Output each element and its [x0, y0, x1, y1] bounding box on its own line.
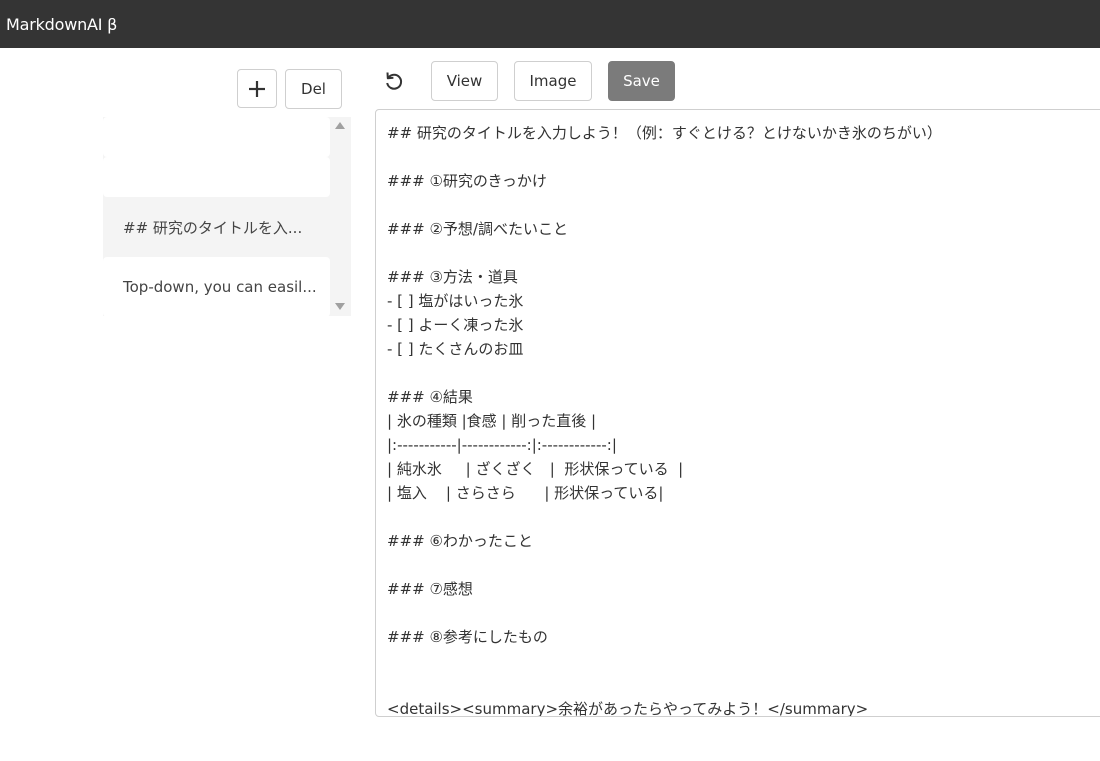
note-title: ## 研究のタイトルを入... — [123, 218, 303, 237]
view-button[interactable]: View — [431, 61, 498, 101]
editor-line: - [ ] 塩がはいった氷 — [387, 292, 524, 310]
editor-line: ### ④結果 — [387, 388, 473, 406]
list-scrollbar[interactable] — [330, 117, 351, 316]
editor-line: ### ⑥わかったこと — [387, 532, 533, 550]
delete-note-button[interactable]: Del — [285, 69, 342, 109]
note-title: Top-down, you can easil... — [123, 278, 317, 296]
undo-button[interactable] — [380, 67, 408, 95]
add-note-button[interactable] — [237, 69, 277, 108]
editor-line: |:-----------|------------:|:-----------… — [387, 436, 617, 454]
scroll-down-arrow-icon[interactable] — [335, 303, 345, 310]
note-list: ## 研究のタイトルを入... Top-down, you can easil.… — [103, 117, 330, 316]
note-item[interactable] — [103, 157, 330, 197]
image-button[interactable]: Image — [514, 61, 592, 101]
scroll-up-arrow-icon[interactable] — [335, 122, 345, 129]
plus-icon — [249, 80, 265, 97]
note-item-selected[interactable]: ## 研究のタイトルを入... — [103, 197, 330, 257]
app-title: MarkdownAI β — [6, 14, 118, 34]
undo-icon — [386, 72, 403, 90]
editor-line: | 塩入 | さらさら | 形状保っている| — [387, 484, 664, 502]
editor-line: ### ②予想/調べたいこと — [387, 220, 568, 238]
editor-line: | 氷の種類 |食感 | 削った直後 | — [387, 412, 597, 430]
editor-line: - [ ] よーく凍った氷 — [387, 316, 524, 334]
editor-line: - [ ] たくさんのお皿 — [387, 340, 524, 358]
note-list-panel: ## 研究のタイトルを入... Top-down, you can easil.… — [103, 117, 351, 316]
editor-line: ## 研究のタイトルを入力しよう！（例：すぐとける？とけないかき氷のちがい） — [387, 124, 942, 142]
editor-line: ### ⑧参考にしたもの — [387, 628, 548, 646]
app-header: MarkdownAI β — [0, 0, 1100, 48]
editor-line: <details><summary>余裕があったらやってみよう！</summar… — [387, 700, 869, 717]
editor-content[interactable]: ## 研究のタイトルを入力しよう！（例：すぐとける？とけないかき氷のちがい） ##… — [387, 121, 942, 717]
save-button[interactable]: Save — [608, 61, 675, 101]
editor-line: | 純水氷 | ざくざく | 形状保っている | — [387, 460, 684, 478]
markdown-editor[interactable]: ## 研究のタイトルを入力しよう！（例：すぐとける？とけないかき氷のちがい） ##… — [375, 109, 1100, 717]
editor-line: ### ①研究のきっかけ — [387, 172, 547, 190]
editor-line: ### ⑦感想 — [387, 580, 473, 598]
note-item[interactable] — [103, 117, 330, 157]
editor-line: ### ③方法・道具 — [387, 268, 518, 286]
note-item[interactable]: Top-down, you can easil... — [103, 257, 330, 316]
